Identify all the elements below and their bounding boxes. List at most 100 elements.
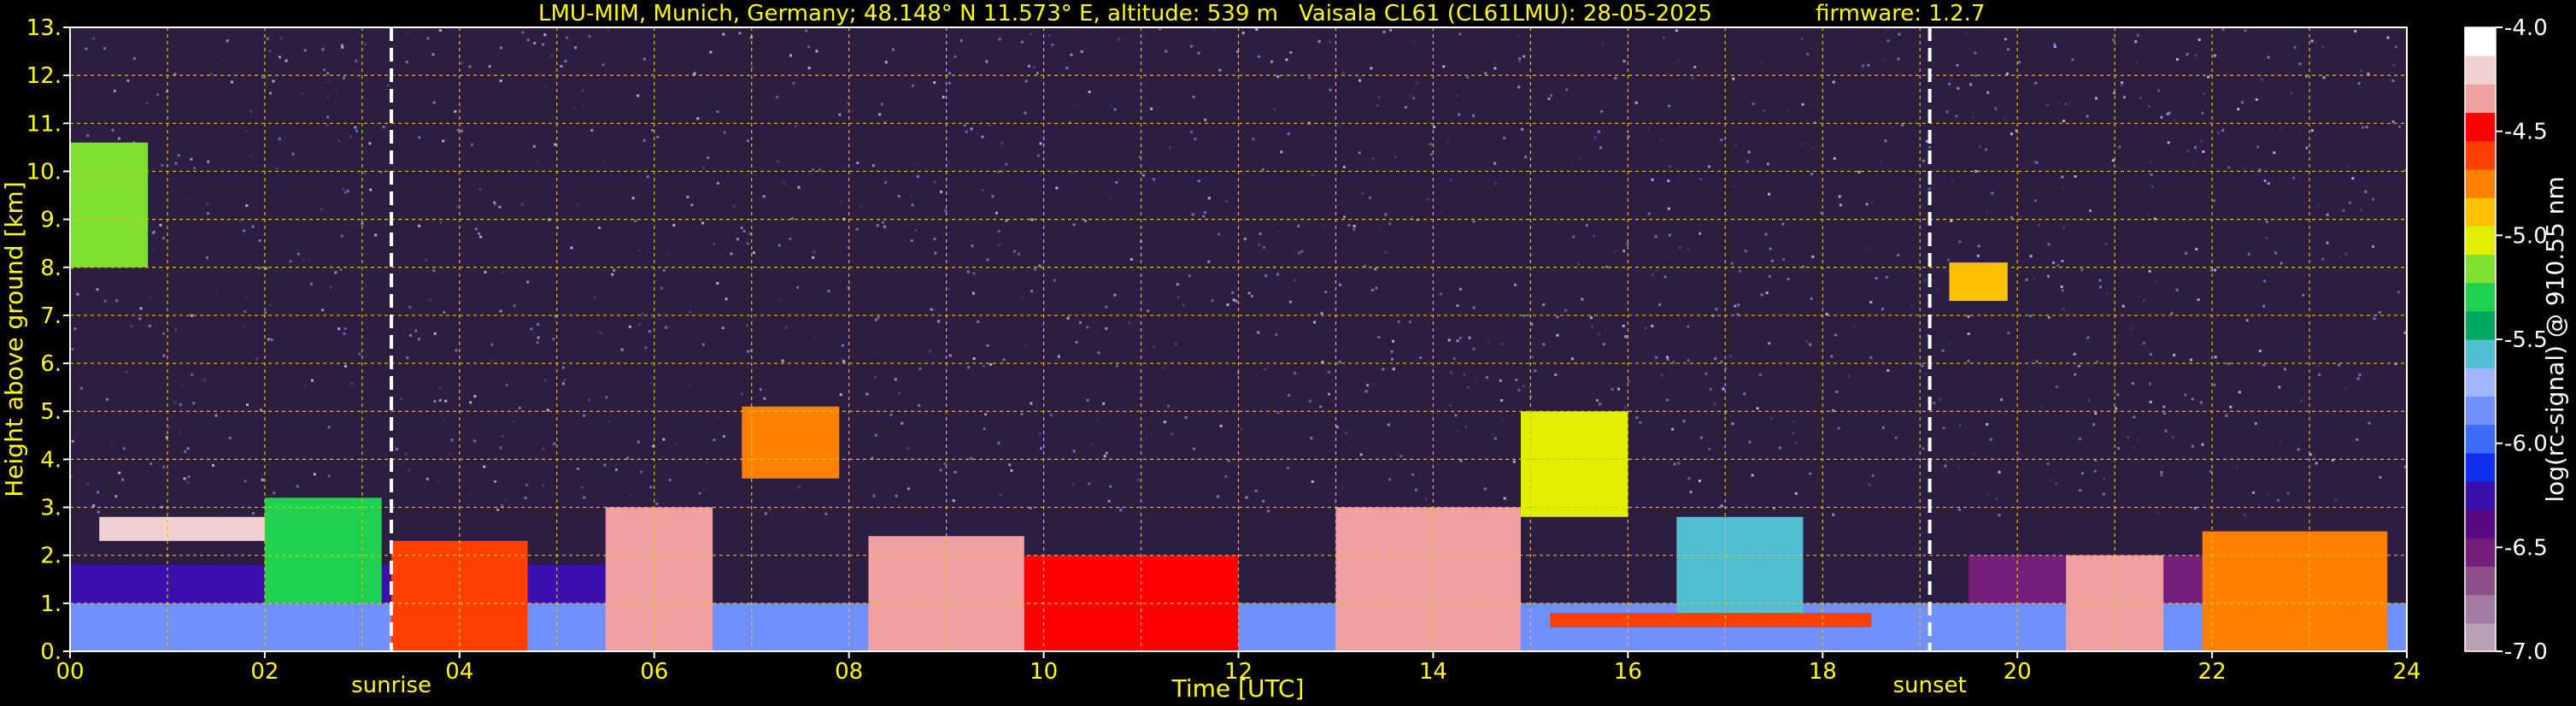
noise-speck (798, 507, 801, 510)
noise-speck (2035, 161, 2039, 164)
backscatter-layer (264, 497, 382, 603)
noise-speck (2064, 103, 2068, 106)
noise-speck (2003, 116, 2006, 120)
noise-speck (2105, 291, 2109, 295)
noise-speck (2037, 224, 2040, 227)
noise-speck (1677, 60, 1681, 63)
noise-speck (1251, 294, 1253, 297)
noise-speck (1500, 419, 1504, 422)
noise-speck (1192, 447, 1195, 450)
noise-speck (2073, 352, 2076, 356)
noise-speck (2279, 439, 2282, 443)
noise-speck (1169, 146, 1172, 150)
noise-speck (1800, 37, 1804, 40)
noise-speck (268, 91, 272, 95)
noise-speck (1667, 207, 1670, 210)
noise-speck (667, 78, 671, 81)
noise-speck (717, 415, 720, 418)
noise-speck (748, 232, 752, 235)
noise-speck (884, 61, 888, 64)
noise-speck (1883, 58, 1887, 62)
noise-speck (1622, 324, 1625, 327)
noise-speck (929, 350, 932, 353)
noise-speck (1319, 405, 1323, 409)
noise-speck (2055, 482, 2057, 485)
noise-speck (666, 253, 670, 256)
noise-speck (1794, 491, 1798, 495)
noise-speck (96, 288, 99, 291)
noise-speck (552, 338, 555, 341)
noise-speck (1448, 403, 1452, 407)
noise-speck (1203, 211, 1206, 215)
noise-speck (1806, 52, 1810, 56)
noise-speck (2198, 38, 2201, 41)
noise-speck (776, 96, 779, 99)
noise-speck (1751, 474, 1754, 477)
noise-speck (2093, 469, 2097, 473)
noise-speck (798, 485, 801, 488)
noise-speck (805, 29, 807, 32)
noise-speck (1415, 81, 1418, 85)
noise-speck (471, 143, 473, 146)
noise-speck (2221, 128, 2225, 132)
noise-speck (2149, 160, 2152, 163)
noise-speck (668, 479, 672, 482)
noise-speck (1343, 215, 1346, 219)
noise-speck (1294, 372, 1297, 375)
noise-speck (2117, 447, 2120, 450)
noise-speck (484, 270, 487, 274)
noise-speck (369, 188, 373, 191)
noise-speck (1835, 390, 1839, 393)
noise-speck (230, 80, 233, 84)
noise-speck (404, 452, 408, 456)
noise-speck (812, 256, 815, 259)
noise-speck (2135, 62, 2139, 65)
noise-speck (2262, 363, 2266, 367)
noise-speck (1366, 384, 1370, 387)
noise-speck (1967, 332, 1970, 336)
noise-speck (2286, 491, 2290, 495)
noise-speck (1708, 448, 1711, 450)
noise-speck (150, 462, 153, 466)
noise-speck (1654, 356, 1658, 359)
noise-speck (995, 211, 998, 215)
noise-speck (841, 357, 843, 361)
noise-speck (302, 258, 306, 262)
noise-speck (1887, 39, 1890, 43)
noise-speck (429, 298, 432, 302)
noise-speck (327, 474, 331, 478)
noise-speck (2074, 373, 2077, 376)
noise-speck (1263, 245, 1265, 249)
noise-speck (1276, 411, 1280, 415)
noise-speck (358, 352, 361, 356)
noise-speck (326, 115, 330, 119)
noise-speck (1760, 293, 1763, 297)
noise-speck (1601, 42, 1605, 45)
noise-speck (408, 305, 412, 309)
noise-speck (2326, 213, 2329, 216)
noise-speck (301, 91, 304, 95)
noise-speck (1399, 455, 1403, 458)
noise-speck (2006, 48, 2010, 51)
noise-speck (1128, 321, 1131, 324)
noise-speck (192, 402, 196, 405)
noise-speck (1995, 497, 1998, 501)
noise-speck (245, 295, 249, 298)
y-tick-label: 8. (40, 256, 62, 281)
noise-speck (1204, 118, 1207, 121)
noise-speck (187, 475, 191, 479)
noise-speck (1768, 342, 1771, 345)
noise-speck (270, 338, 273, 341)
noise-speck (693, 72, 696, 75)
noise-speck (2266, 493, 2268, 497)
noise-speck (1665, 356, 1669, 359)
noise-speck (874, 375, 877, 379)
noise-speck (1599, 403, 1602, 406)
y-tick-label: 3. (40, 496, 62, 521)
noise-speck (588, 35, 591, 38)
noise-speck (781, 359, 784, 362)
noise-speck (1313, 321, 1317, 324)
noise-speck (149, 296, 152, 299)
noise-speck (2103, 477, 2106, 480)
noise-speck (1072, 450, 1076, 453)
